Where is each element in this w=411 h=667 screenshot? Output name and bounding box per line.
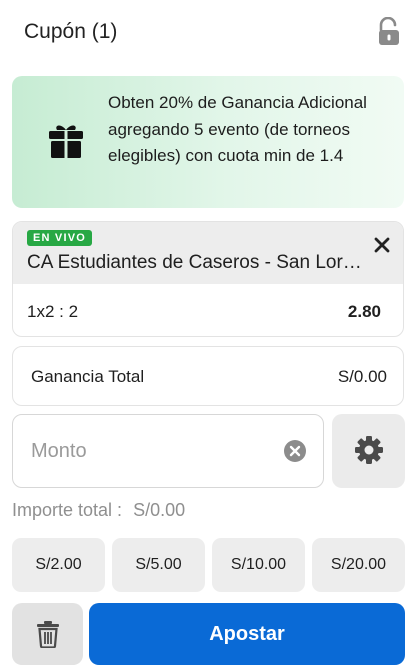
place-bet-button[interactable]: Apostar — [89, 603, 405, 665]
delete-button[interactable] — [12, 603, 83, 665]
total-gain-label: Ganancia Total — [31, 367, 145, 386]
clear-icon[interactable] — [283, 439, 307, 463]
stake-input[interactable] — [31, 435, 271, 467]
gift-icon — [49, 125, 83, 158]
live-badge: EN VIVO — [27, 230, 93, 246]
bet-card-header: EN VIVO CA Estudiantes de Caseros - San … — [13, 222, 403, 284]
total-gain-value: S/0.00 — [337, 367, 387, 386]
promo-text: Obten 20% de Ganancia Adicional agregand… — [108, 93, 367, 165]
settings-button[interactable] — [332, 414, 405, 488]
total-amount: Importe total : S/0.00 — [12, 500, 185, 521]
quick-amount-button[interactable]: S/10.00 — [212, 538, 305, 592]
coupon-title: Cupón (1) — [24, 20, 118, 43]
quick-amount-button[interactable]: S/2.00 — [12, 538, 105, 592]
bet-market: 1x2 : 2 — [27, 302, 79, 321]
trash-icon — [37, 621, 59, 648]
quick-amount-button[interactable]: S/5.00 — [112, 538, 205, 592]
close-icon[interactable] — [373, 236, 391, 254]
bet-card: EN VIVO CA Estudiantes de Caseros - San … — [12, 221, 404, 337]
total-amount-value: S/0.00 — [133, 500, 186, 520]
gear-icon — [355, 436, 383, 464]
event-name: CA Estudiantes de Caseros - San Lorenzo — [27, 252, 372, 273]
quick-amount-button[interactable]: S/20.00 — [312, 538, 405, 592]
bet-odds: 2.80 — [347, 302, 381, 321]
stake-field — [12, 414, 324, 488]
coupon-header: Cupón (1) — [0, 0, 411, 64]
unlock-icon[interactable] — [376, 17, 402, 47]
promo-banner: Obten 20% de Ganancia Adicional agregand… — [12, 76, 404, 208]
total-gain-row: Ganancia Total S/0.00 — [12, 346, 404, 406]
total-amount-label: Importe total : — [12, 500, 123, 520]
